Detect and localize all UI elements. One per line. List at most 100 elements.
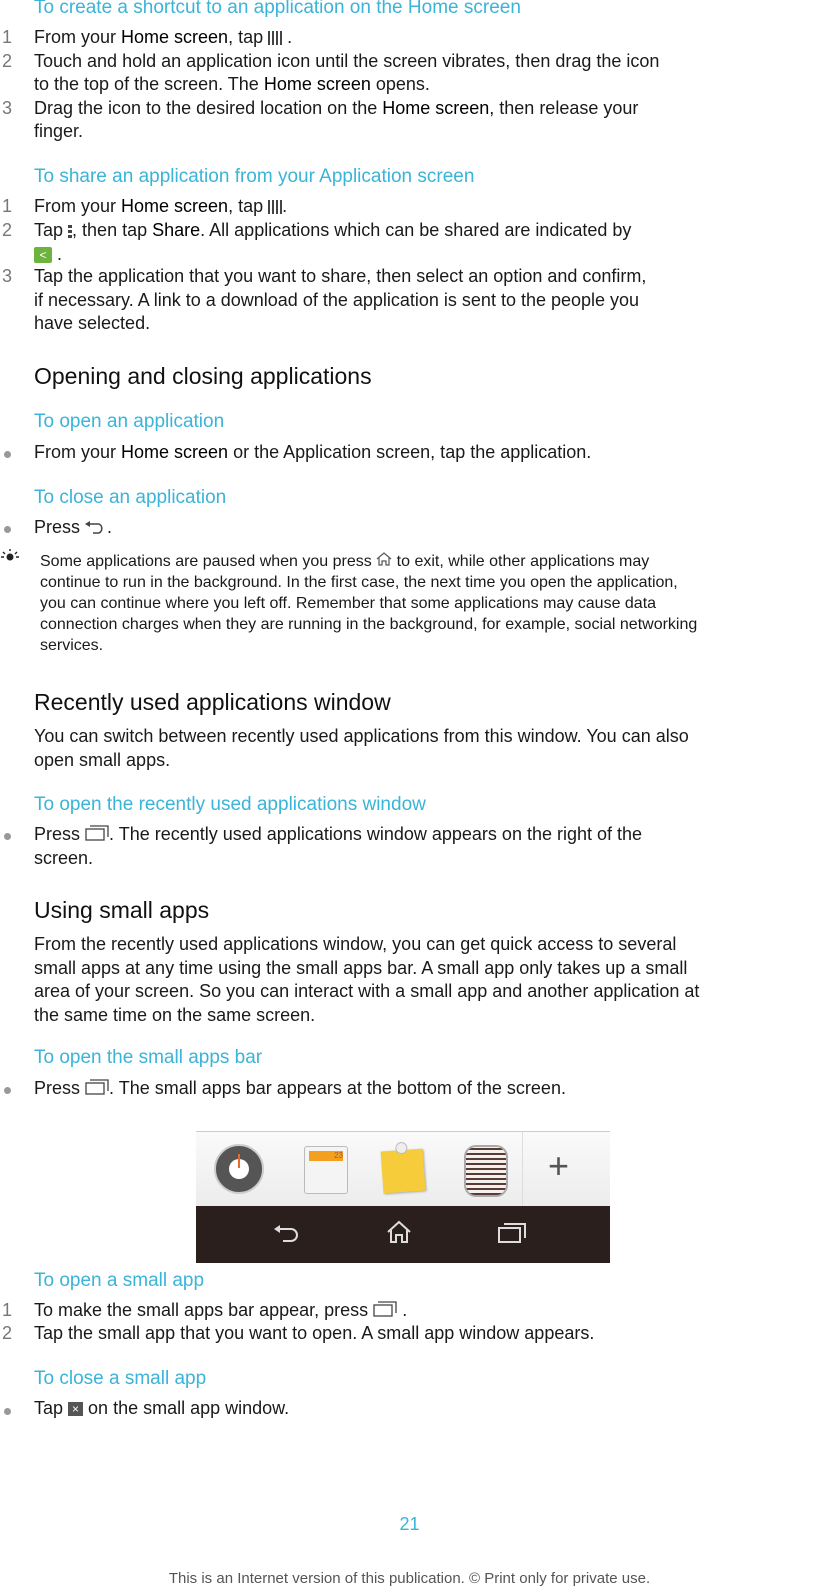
step-number: 3 [2, 98, 13, 118]
text: . [282, 196, 288, 216]
home-screen-term: Home screen [121, 196, 229, 216]
text: on the small app window. [83, 1398, 290, 1418]
heading-open-application: To open an application [34, 411, 225, 432]
heading-share-application: To share an application from your Applic… [34, 166, 475, 187]
recent-apps-icon [85, 1079, 109, 1100]
section-title-recent-apps: Recently used applications window [34, 689, 391, 715]
step-text: Press . The small apps bar appears at th… [34, 1078, 566, 1100]
text: to the top of the screen. The [34, 74, 264, 94]
step-text: to the top of the screen. The Home scree… [34, 74, 430, 95]
text: From your [34, 196, 122, 216]
step-text: Tap the application that you want to sha… [34, 266, 647, 286]
text: . The recently used applications window … [109, 824, 643, 844]
heading-open-small-app: To open a small app [34, 1270, 205, 1291]
timer-app-icon [214, 1144, 264, 1194]
footer-notice: This is an Internet version of this publ… [168, 1570, 651, 1587]
note-line: connection charges when they are running… [40, 616, 698, 634]
calculator-display: 23 [309, 1151, 343, 1161]
heading-open-recent-window: To open the recently used applications w… [34, 794, 426, 815]
body-text: the same time on the same screen. [34, 1005, 316, 1025]
step-number: 2 [2, 51, 13, 71]
body-text: open small apps. [34, 750, 171, 770]
body-text: From the recently used applications wind… [34, 934, 677, 954]
text: Drag the icon to the desired location on… [34, 98, 383, 118]
heading-create-shortcut: To create a shortcut to an application o… [34, 0, 521, 18]
text: Press [34, 824, 81, 844]
text: Some applications are paused when you pr… [40, 553, 372, 570]
back-icon [274, 1224, 300, 1249]
text: , tap [228, 27, 264, 47]
note-line: continue to run in the background. In th… [40, 574, 678, 592]
step-text: finger. [34, 121, 84, 141]
step-text: Press . [34, 517, 112, 539]
small-apps-bar-screenshot: 23 + [196, 1131, 610, 1263]
text: opens. [370, 74, 430, 94]
close-icon: × [68, 1402, 84, 1417]
text: to exit, while other applications may [392, 553, 650, 570]
app-grid-icon [268, 200, 283, 215]
text: Tap [34, 1398, 64, 1418]
step-number: 1 [2, 196, 13, 216]
divider [522, 1132, 523, 1207]
text: , then release your [489, 98, 639, 118]
step-text: To make the small apps bar appear, press… [34, 1300, 407, 1322]
home-screen-term: Home screen [263, 74, 371, 94]
text: From your [34, 442, 122, 462]
heading-close-small-app: To close a small app [34, 1368, 207, 1389]
section-title-opening-closing: Opening and closing applications [34, 363, 372, 389]
app-grid-icon [268, 31, 283, 46]
step-text: Touch and hold an application icon until… [34, 51, 660, 71]
text: From your [34, 27, 122, 47]
step-text: Drag the icon to the desired location on… [34, 98, 638, 119]
text: . [107, 517, 113, 537]
home-icon [376, 551, 392, 572]
step-number: 2 [2, 220, 13, 240]
recent-apps-icon [373, 1301, 397, 1322]
calculator-app-icon: 23 [304, 1146, 348, 1194]
step-text: Tap , then tap Share. All applications w… [34, 220, 631, 241]
note-line: services. [40, 637, 104, 655]
tip-note: Some applications are paused when you pr… [40, 551, 697, 656]
step-text: Press . The recently used applications w… [34, 824, 642, 846]
text: . The small apps bar appears at the bott… [109, 1078, 566, 1098]
note-line: Some applications are paused when you pr… [40, 551, 697, 572]
note-line: you can continue where you left off. Rem… [40, 595, 657, 613]
body-text: area of your screen. So you can interact… [34, 981, 700, 1001]
home-icon [386, 1220, 412, 1249]
section-title-small-apps: Using small apps [34, 897, 210, 923]
step-number: 3 [2, 266, 13, 286]
home-screen-term: Home screen [121, 27, 229, 47]
recent-apps-icon [85, 825, 109, 846]
small-apps-bar: 23 + [196, 1131, 610, 1207]
text: Press [34, 517, 81, 537]
text: or the Application screen, tap the appli… [228, 442, 592, 462]
step-text: if necessary. A link to a download of th… [34, 290, 640, 310]
body-text: small apps at any time using the small a… [34, 958, 688, 978]
home-screen-term: Home screen [121, 442, 229, 462]
bullet [4, 451, 11, 458]
text: . [57, 244, 63, 264]
step-text: < . [34, 244, 62, 265]
recent-apps-icon [498, 1222, 526, 1249]
step-number: 1 [2, 27, 13, 47]
text: To make the small apps bar appear, press [34, 1300, 369, 1320]
step-number: 2 [2, 1323, 13, 1343]
body-text: You can switch between recently used app… [34, 726, 689, 746]
notes-app-icon [380, 1141, 426, 1194]
step-text: Tap the small app that you want to open.… [34, 1323, 595, 1343]
bullet [4, 1408, 11, 1415]
step-text: From your Home screen, tap . [34, 196, 287, 217]
back-icon [85, 518, 107, 539]
step-text: have selected. [34, 313, 151, 333]
text: Press [34, 1078, 81, 1098]
text: . [397, 1300, 408, 1320]
home-screen-term: Home screen [382, 98, 490, 118]
add-small-app-button: + [548, 1145, 570, 1186]
share-icon: < [34, 247, 52, 264]
step-text: Tap × on the small app window. [34, 1398, 289, 1419]
page-number: 21 [399, 1514, 420, 1534]
text: Tap [34, 220, 64, 240]
step-text: screen. [34, 848, 94, 868]
bullet [4, 1087, 11, 1094]
voice-recorder-app-icon [464, 1145, 508, 1197]
